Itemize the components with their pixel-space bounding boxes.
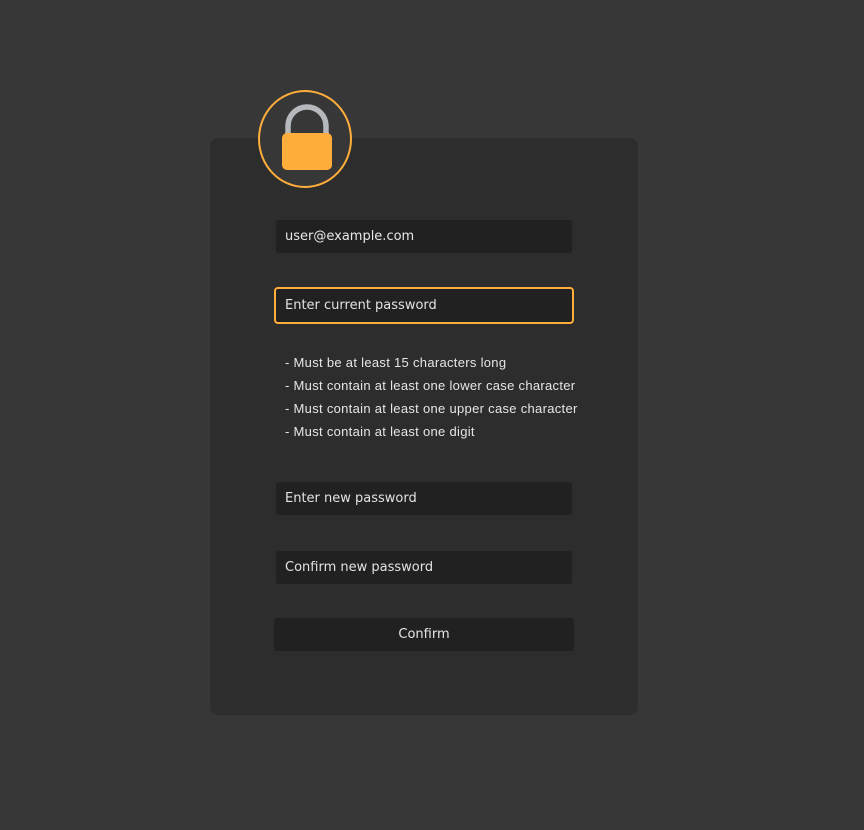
requirement-length: - Must be at least 15 characters long xyxy=(285,355,507,370)
requirement-digit: - Must contain at least one digit xyxy=(285,424,475,439)
current-password-input[interactable] xyxy=(274,287,574,324)
email-field[interactable] xyxy=(276,220,572,253)
confirm-button[interactable]: Confirm xyxy=(274,618,574,651)
requirement-lowercase: - Must contain at least one lower case c… xyxy=(285,378,576,393)
requirement-uppercase: - Must contain at least one upper case c… xyxy=(285,401,578,416)
new-password-input[interactable] xyxy=(276,482,572,515)
confirm-password-input[interactable] xyxy=(276,551,572,584)
lock-badge xyxy=(258,90,352,188)
password-requirements-list: - Must be at least 15 characters long - … xyxy=(285,354,578,446)
lock-icon xyxy=(282,104,332,170)
